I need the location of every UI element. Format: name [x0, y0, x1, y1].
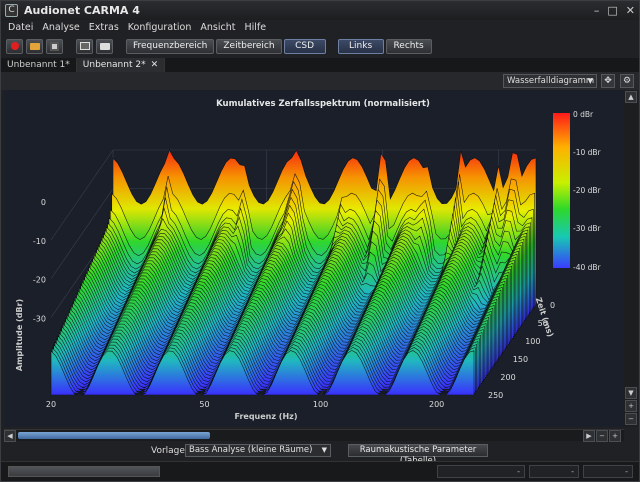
chevron-down-icon: ▼ — [321, 446, 327, 454]
frequency-range-button[interactable]: Frequenzbereich — [126, 38, 215, 54]
scroll-right-icon[interactable]: ▶ — [583, 430, 595, 442]
csd-button[interactable]: CSD — [283, 38, 326, 54]
colorbar — [553, 113, 570, 268]
tab-unbenannt-1[interactable]: Unbenannt 1* — [1, 58, 77, 72]
scrollbar-thumb[interactable] — [18, 432, 210, 439]
print-icon — [99, 42, 110, 50]
record-icon — [10, 42, 19, 50]
x-axis-label: Frequenz (Hz) — [235, 412, 298, 421]
save-button[interactable] — [46, 38, 63, 54]
title-bar: C Audionet CARMA 4 – □ ✕ — [1, 1, 639, 20]
print-button[interactable] — [96, 38, 113, 54]
open-folder-icon — [29, 42, 40, 50]
vertical-scrollbar[interactable]: ▲ ▼ + − — [624, 90, 638, 427]
x-tick-label: 50 — [199, 400, 209, 409]
chevron-down-icon: ▼ — [587, 77, 593, 85]
scroll-up-icon[interactable]: ▲ — [625, 91, 637, 103]
y-tick-label: -10 — [33, 237, 46, 246]
app-window: C Audionet CARMA 4 – □ ✕ Datei Analyse E… — [0, 0, 640, 482]
tab-unbenannt-2[interactable]: Unbenannt 2* ✕ — [76, 58, 166, 72]
gear-icon[interactable]: ⚙ — [620, 74, 634, 88]
tab-label: Unbenannt 2* — [82, 60, 146, 70]
status-field: - — [529, 465, 579, 478]
toolbar: Frequenzbereich Zeitbereich CSD Links Re… — [1, 35, 639, 57]
left-channel-button[interactable]: Links — [337, 38, 384, 54]
colorbar-tick: -40 dBr — [573, 263, 602, 272]
scroll-down-icon[interactable]: ▼ — [625, 387, 637, 399]
colorbar-tick: 0 dBr — [573, 110, 594, 119]
z-tick-label: 200 — [500, 373, 515, 382]
zoom-out-horizontal-icon[interactable]: − — [596, 430, 608, 442]
progress-bar — [8, 466, 160, 477]
scroll-left-icon[interactable]: ◀ — [4, 430, 16, 442]
move-icon[interactable]: ✥ — [601, 74, 615, 88]
save-icon — [50, 41, 59, 51]
y-tick-label: 0 — [41, 198, 46, 207]
status-field: - — [583, 465, 633, 478]
x-tick-label: 100 — [313, 400, 328, 409]
templates-value: Bass Analyse (kleine Räume) — [189, 445, 313, 455]
close-icon[interactable]: ✕ — [626, 4, 635, 17]
menu-hilfe[interactable]: Hilfe — [244, 22, 266, 33]
room-acoustics-button[interactable]: Raumakustische Parameter (Tabelle) — [348, 444, 488, 466]
y-axis-label: Amplitude (dBr) — [15, 299, 24, 371]
grid-line-side — [50, 149, 114, 241]
z-tick-label: 100 — [525, 337, 540, 346]
horizontal-scrollbar[interactable]: ◀ ▶ − + — [4, 429, 624, 442]
menu-extras[interactable]: Extras — [89, 22, 119, 33]
open-button[interactable] — [26, 38, 43, 54]
waterfall-chart: Kumulatives Zerfallsspektrum (normalisie… — [15, 99, 602, 421]
menu-konfiguration[interactable]: Konfiguration — [128, 22, 192, 33]
screenshot-icon — [79, 42, 90, 50]
window-title: Audionet CARMA 4 — [24, 4, 140, 17]
zoom-in-icon[interactable]: + — [625, 400, 637, 412]
z-tick-label: 250 — [488, 391, 503, 400]
screenshot-button[interactable] — [76, 38, 93, 54]
z-tick-label: 150 — [513, 355, 528, 364]
tab-close-icon[interactable]: ✕ — [151, 60, 159, 70]
z-tick-label: 0 — [550, 301, 555, 310]
menu-bar: Datei Analyse Extras Konfiguration Ansic… — [1, 20, 639, 35]
y-tick-label: -30 — [33, 314, 46, 323]
colorbar-tick: -30 dBr — [573, 224, 602, 233]
document-tabs: Unbenannt 1* Unbenannt 2* ✕ — [1, 58, 639, 72]
tab-label: Unbenannt 1* — [7, 60, 70, 70]
view-type-value: Wasserfalldiagramm — [507, 76, 595, 86]
minimize-icon[interactable]: – — [594, 4, 600, 17]
x-tick-label: 20 — [46, 400, 56, 409]
right-channel-button[interactable]: Rechts — [385, 38, 432, 54]
status-bar: - - - — [1, 461, 639, 481]
waterfall-surface — [50, 149, 537, 396]
view-bar: Wasserfalldiagramm ▼ ✥ ⚙ — [1, 72, 639, 90]
zoom-in-horizontal-icon[interactable]: + — [609, 430, 621, 442]
menu-ansicht[interactable]: Ansicht — [200, 22, 235, 33]
colorbar-tick: -10 dBr — [573, 148, 602, 157]
zoom-out-icon[interactable]: − — [625, 413, 637, 425]
menu-analyse[interactable]: Analyse — [42, 22, 79, 33]
x-tick-label: 200 — [429, 400, 444, 409]
time-range-button[interactable]: Zeitbereich — [216, 38, 282, 54]
colorbar-tick: -20 dBr — [573, 186, 602, 195]
templates-select[interactable]: Bass Analyse (kleine Räume) ▼ — [185, 444, 331, 457]
app-icon: C — [5, 4, 18, 17]
y-tick-label: -20 — [33, 276, 46, 285]
maximize-icon[interactable]: □ — [607, 4, 617, 17]
record-button[interactable] — [6, 38, 23, 54]
status-field: - — [437, 465, 525, 478]
waterfall-plot: Kumulatives Zerfallsspektrum (normalisie… — [4, 90, 624, 427]
chart-title: Kumulatives Zerfallsspektrum (normalisie… — [216, 99, 430, 109]
menu-datei[interactable]: Datei — [8, 22, 33, 33]
view-type-select[interactable]: Wasserfalldiagramm ▼ — [503, 74, 597, 88]
